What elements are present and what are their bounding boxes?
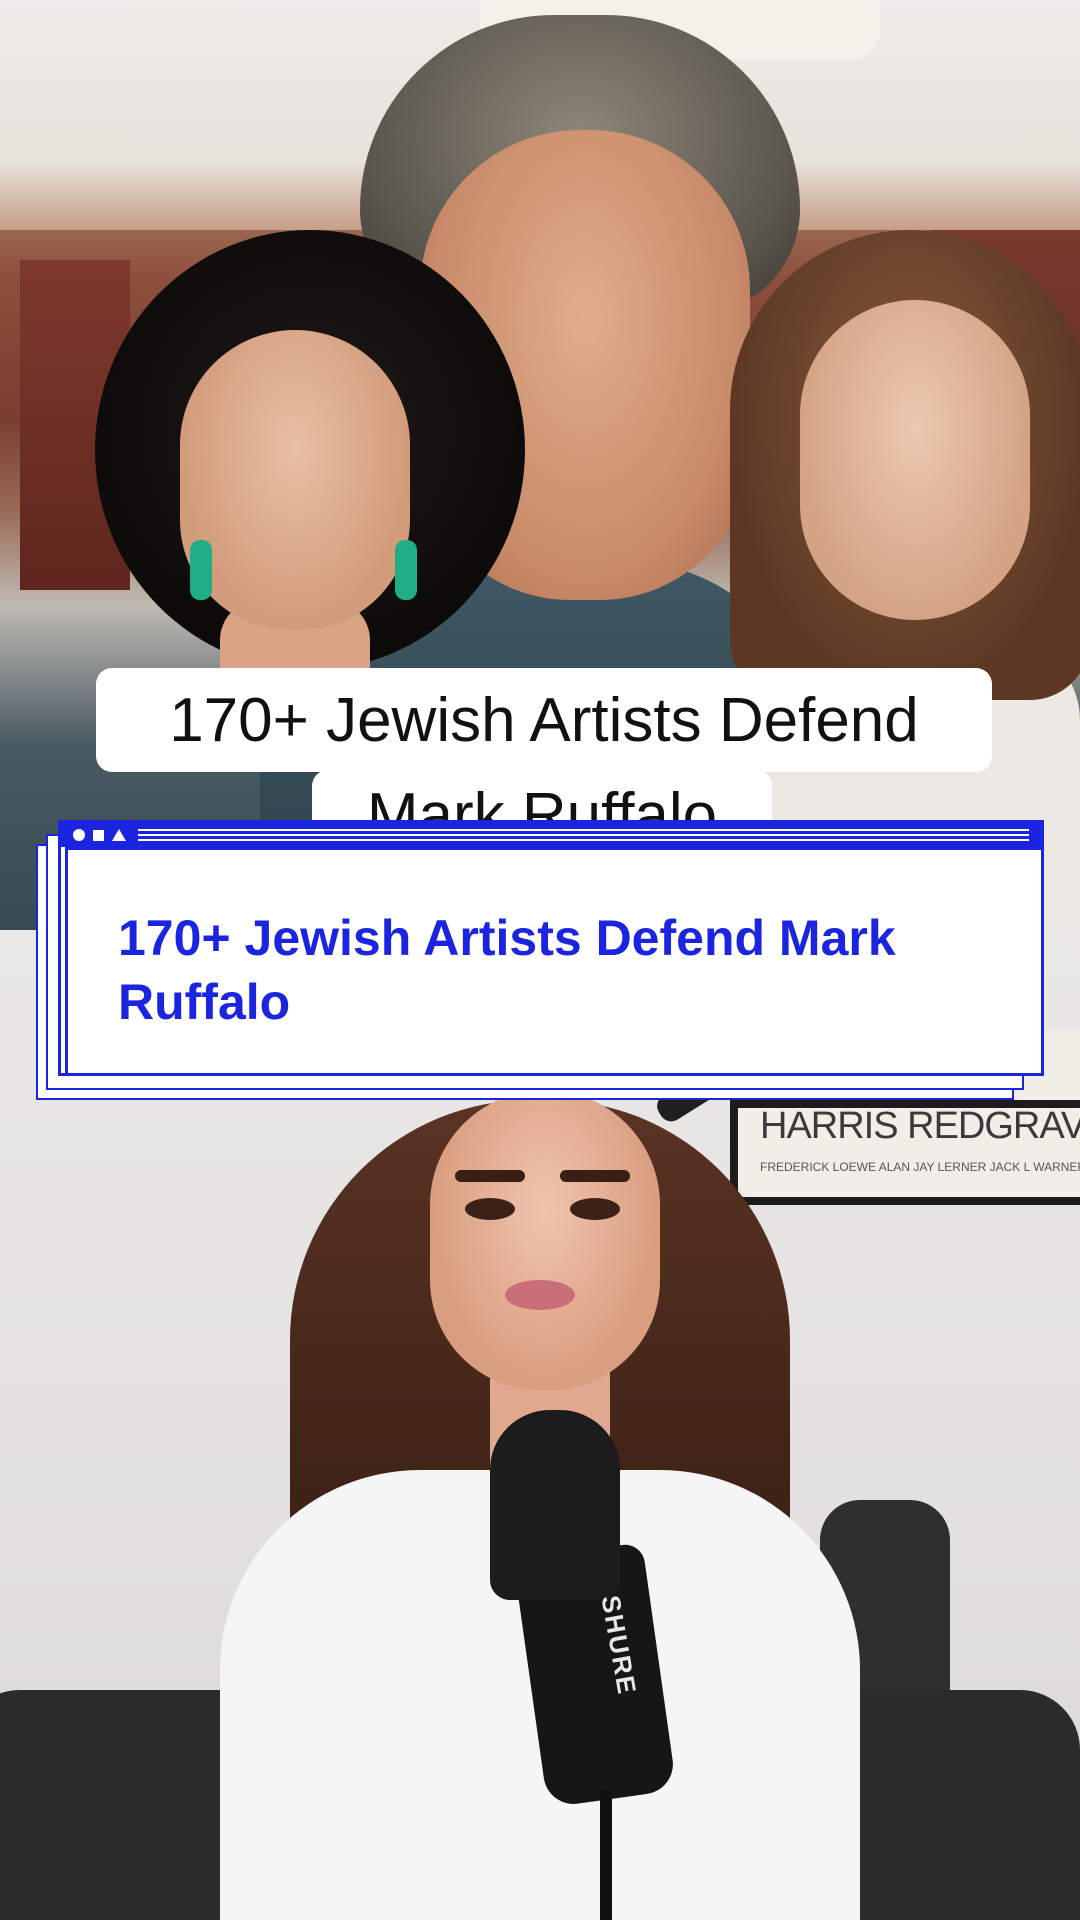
- titlebar-icons: [61, 829, 126, 841]
- woman-brow-left: [455, 1170, 525, 1182]
- square-icon: [93, 829, 104, 841]
- circle-icon: [73, 829, 85, 841]
- title-card-headline: 170+ Jewish Artists Defend Mark Ruffalo: [118, 910, 896, 1030]
- woman-lips: [505, 1280, 575, 1310]
- woman-face: [430, 1090, 660, 1390]
- triangle-icon: [112, 829, 126, 841]
- woman-eye-right: [570, 1198, 620, 1220]
- microphone-cable: [600, 1790, 612, 1920]
- video-caption-line1: 170+ Jewish Artists Defend: [169, 685, 919, 755]
- right-person-face: [800, 300, 1030, 620]
- title-card: 170+ Jewish Artists Defend Mark Ruffalo: [58, 820, 1044, 1076]
- microphone-head: [490, 1410, 620, 1600]
- title-card-titlebar: [61, 823, 1041, 847]
- title-card-body: 170+ Jewish Artists Defend Mark Ruffalo: [65, 847, 1041, 1073]
- earring-right: [395, 540, 417, 600]
- left-person-face: [180, 330, 410, 630]
- poster-names: HARRIS REDGRAVE NERO HEMMING: [760, 1105, 1080, 1147]
- earring-left: [190, 540, 212, 600]
- woman-eye-left: [465, 1198, 515, 1220]
- poster-credits: FREDERICK LOEWE ALAN JAY LERNER JACK L W…: [760, 1160, 1080, 1174]
- titlebar-stripes: [138, 829, 1029, 841]
- woman-brow-right: [560, 1170, 630, 1182]
